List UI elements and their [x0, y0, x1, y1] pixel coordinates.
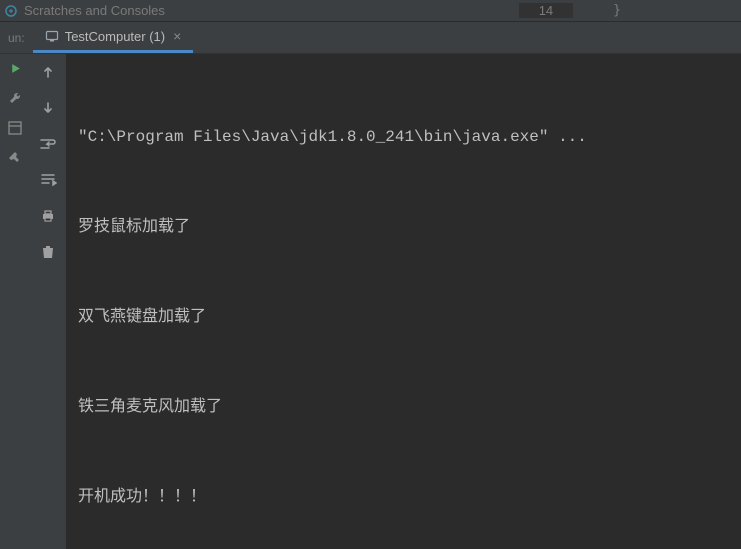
- scroll-to-end-icon[interactable]: [36, 168, 60, 192]
- scroll-up-icon[interactable]: [36, 60, 60, 84]
- editor-line-number: 14: [519, 3, 573, 18]
- tab-testcomputer[interactable]: TestComputer (1) ×: [33, 23, 194, 53]
- console-line: 铁三角麦克风加载了: [78, 392, 729, 422]
- scratches-label: Scratches and Consoles: [24, 3, 165, 18]
- pin-icon[interactable]: [7, 150, 23, 166]
- trash-icon[interactable]: [36, 240, 60, 264]
- print-icon[interactable]: [36, 204, 60, 228]
- wrench-icon[interactable]: [7, 90, 23, 106]
- scroll-down-icon[interactable]: [36, 96, 60, 120]
- project-tree-row: Scratches and Consoles 14 }: [0, 0, 741, 22]
- close-icon[interactable]: ×: [173, 28, 181, 44]
- run-tool-window: "C:\Program Files\Java\jdk1.8.0_241\bin\…: [0, 54, 741, 549]
- run-config-icon: [45, 29, 59, 43]
- run-tab-bar: un: TestComputer (1) ×: [0, 22, 741, 54]
- scratches-icon: [4, 4, 18, 18]
- rerun-icon[interactable]: [7, 60, 23, 76]
- console-line: "C:\Program Files\Java\jdk1.8.0_241\bin\…: [78, 122, 729, 152]
- layout-icon[interactable]: [7, 120, 23, 136]
- console-toolbar: [30, 54, 66, 549]
- editor-brace: }: [613, 3, 621, 18]
- console-line: 双飞燕键盘加载了: [78, 302, 729, 332]
- console-line: 罗技鼠标加载了: [78, 212, 729, 242]
- tab-label: TestComputer (1): [65, 29, 165, 44]
- console-output[interactable]: "C:\Program Files\Java\jdk1.8.0_241\bin\…: [66, 54, 741, 549]
- left-action-gutter: [0, 54, 30, 549]
- soft-wrap-icon[interactable]: [36, 132, 60, 156]
- run-label: un:: [8, 31, 25, 45]
- console-line: 开机成功！！！！: [78, 482, 729, 512]
